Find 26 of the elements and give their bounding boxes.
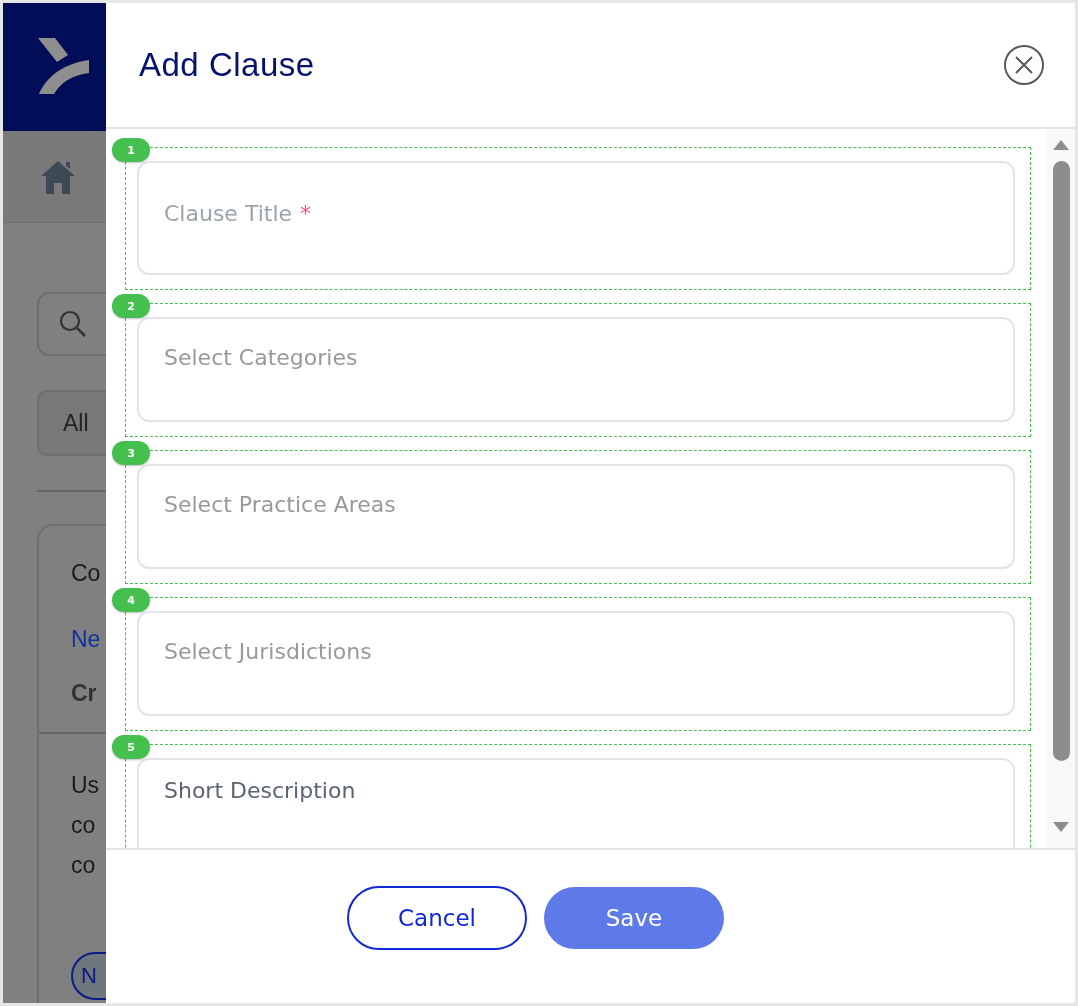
step-badge: 1 (112, 138, 150, 162)
card-text: co (71, 812, 97, 840)
step-badge: 3 (112, 441, 150, 465)
card-text: Us (71, 772, 101, 800)
home-icon[interactable] (40, 158, 76, 195)
input-field[interactable]: Select Categories (137, 317, 1015, 422)
card-link[interactable]: Ne (71, 626, 106, 658)
scroll-up-icon[interactable] (1052, 139, 1070, 151)
close-button[interactable] (1003, 44, 1045, 86)
input-field[interactable]: Clause Title * (137, 161, 1015, 275)
search-icon (59, 310, 87, 338)
scroll-down-icon[interactable] (1052, 821, 1070, 833)
card-text: co (71, 852, 97, 880)
card-title: Co (71, 560, 102, 588)
save-button[interactable]: Save (544, 886, 724, 949)
dialog-title: Add Clause (139, 46, 315, 84)
input-field[interactable]: Select Jurisdictions (137, 611, 1015, 716)
step-badge: 4 (112, 588, 150, 612)
step-badge: 2 (112, 294, 150, 318)
step-badge: 5 (112, 735, 150, 759)
card-subtitle: Cr (71, 680, 98, 708)
cancel-button[interactable]: Cancel (347, 885, 527, 950)
tag[interactable]: N (71, 952, 106, 1000)
input-field[interactable]: Short Description (137, 758, 1015, 848)
filter-button[interactable]: All (37, 390, 106, 456)
input-field[interactable]: Select Practice Areas (137, 464, 1015, 569)
